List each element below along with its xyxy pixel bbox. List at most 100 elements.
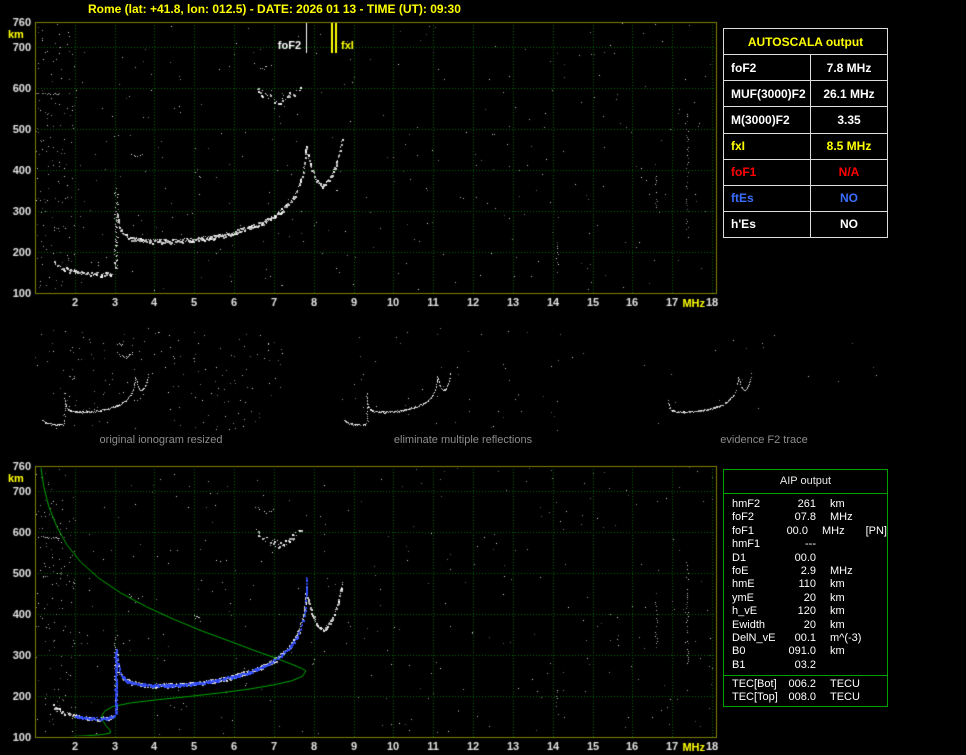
param-value: 20 — [803, 618, 816, 631]
table-row: DelN_vE 00.1 m^(-3) — [732, 632, 887, 645]
table-row: foE 2.9 MHz — [732, 565, 887, 578]
bottom-ionogram-canvas — [0, 444, 722, 755]
param-value: 7.8 MHz — [826, 60, 872, 75]
param-label: h'Es — [724, 211, 811, 237]
table-row: hmE 110 km — [732, 578, 887, 591]
table-row: M(3000)F2 3.35 — [724, 107, 887, 134]
param-unit — [816, 538, 876, 551]
param-extra — [876, 552, 878, 565]
table-row: Ewidth 20 km — [732, 619, 887, 632]
thumbnail-caption: eliminate multiple reflections — [393, 434, 533, 446]
param-value: 006.2 — [788, 678, 816, 691]
param-unit: MHz — [830, 564, 853, 577]
table-row: foF2 07.8 MHz — [732, 511, 887, 524]
param-unit: km — [830, 498, 845, 510]
thumbnail-caption: original ionogram resized — [99, 434, 223, 446]
param-unit: MHz — [830, 511, 853, 524]
param-name: TEC[Bot] — [732, 678, 777, 691]
param-value: 00.0 — [786, 524, 808, 537]
param-value: 3.35 — [837, 112, 861, 127]
table-row: h'Es NO — [724, 211, 887, 237]
table-row: ymE 20 km — [732, 592, 887, 605]
param-value: NO — [840, 191, 858, 206]
thumbnail-original-ionogram-canvas — [35, 327, 287, 432]
param-value: NO — [840, 217, 858, 232]
param-value: 120 — [797, 605, 816, 618]
param-value: 091.0 — [788, 645, 816, 658]
param-label: M(3000)F2 — [724, 107, 811, 133]
param-unit: TECU — [830, 678, 860, 691]
param-unit: MHz — [821, 524, 845, 537]
param-value: 261 — [797, 498, 816, 510]
table-row: B0 091.0 km — [732, 645, 887, 658]
param-value: 00.0 — [794, 551, 816, 564]
tec-section: TEC[Bot] 006.2 TECU TEC[Top] 008.0 TECU — [724, 675, 887, 705]
param-name: B1 — [732, 658, 746, 671]
param-label: MUF(3000)F2 — [724, 81, 811, 107]
param-name: B0 — [732, 645, 746, 658]
param-unit: m^(-3) — [830, 631, 862, 644]
aip-output-table: AIP output hmF2 261 km foF2 07.8 MHz foF… — [723, 469, 888, 707]
autoscala-output-table: AUTOSCALA output foF2 7.8 MHz MUF(3000)F… — [723, 28, 888, 238]
param-name: D1 — [732, 551, 747, 564]
param-label: fxI — [724, 133, 811, 159]
param-value: 07.8 — [794, 511, 816, 524]
param-unit: km — [830, 578, 845, 591]
param-extra: [PN] — [865, 524, 887, 537]
param-unit: km — [830, 591, 845, 604]
param-value: 03.2 — [794, 658, 816, 671]
param-name: TEC[Top] — [732, 691, 778, 704]
param-name: ymE — [732, 591, 754, 604]
param-extra — [876, 645, 878, 658]
autoscala-app-window: Rome (lat: +41.8, lon: 012.5) - DATE: 20… — [0, 0, 966, 755]
table-row: hmF1 --- — [732, 538, 887, 551]
table-row: foF2 7.8 MHz — [724, 55, 887, 82]
param-value: 008.0 — [788, 691, 816, 704]
thumbnail-caption: evidence F2 trace — [720, 434, 808, 446]
param-name: Ewidth — [732, 618, 766, 631]
param-unit: km — [830, 618, 845, 631]
param-unit: km — [830, 605, 845, 618]
param-name: DelN_vE — [732, 631, 776, 644]
table-row: MUF(3000)F2 26.1 MHz — [724, 81, 887, 108]
table-row: TEC[Bot] 006.2 TECU — [732, 678, 887, 691]
param-name: foF1 — [732, 524, 755, 537]
param-extra — [876, 565, 878, 578]
table-row: D1 00.0 — [732, 552, 887, 565]
param-extra — [876, 632, 878, 645]
thumbnail-eliminate-reflections-canvas — [337, 327, 589, 432]
aip-table-header: AIP output — [724, 470, 887, 494]
table-row: foF1 N/A — [724, 159, 887, 186]
param-extra — [876, 511, 878, 524]
table-row: foF1 00.0 MHz [PN] — [732, 525, 887, 538]
param-name: hmF1 — [732, 538, 761, 551]
top-ionogram-canvas — [0, 0, 722, 312]
param-value: 2.9 — [800, 564, 816, 577]
table-row: B1 03.2 — [732, 659, 887, 672]
param-extra — [876, 619, 878, 632]
table-row: TEC[Top] 008.0 TECU — [732, 691, 887, 704]
thumbnail-evidence-f2-canvas — [638, 327, 890, 432]
param-value: --- — [805, 538, 816, 551]
param-value: 00.1 — [794, 631, 816, 644]
param-name: hmF2 — [732, 498, 761, 510]
autoscala-table-header: AUTOSCALA output — [724, 29, 887, 56]
param-extra — [876, 538, 878, 551]
param-value: 20 — [803, 591, 816, 604]
table-row: fxI 8.5 MHz — [724, 133, 887, 160]
param-extra — [876, 659, 878, 672]
param-label: foF2 — [724, 55, 811, 81]
table-row: hmF2 261 km — [732, 498, 887, 511]
param-extra — [876, 498, 878, 511]
param-extra — [876, 605, 878, 618]
table-row: ftEs NO — [724, 185, 887, 212]
param-name: h_vE — [732, 605, 758, 618]
param-label: foF1 — [724, 159, 811, 185]
param-value: N/A — [838, 165, 860, 180]
param-value: 8.5 MHz — [826, 139, 872, 154]
param-extra — [876, 592, 878, 605]
param-label: ftEs — [724, 185, 811, 211]
param-name: foE — [732, 564, 749, 577]
param-unit — [816, 659, 876, 672]
param-name: foF2 — [732, 511, 755, 524]
